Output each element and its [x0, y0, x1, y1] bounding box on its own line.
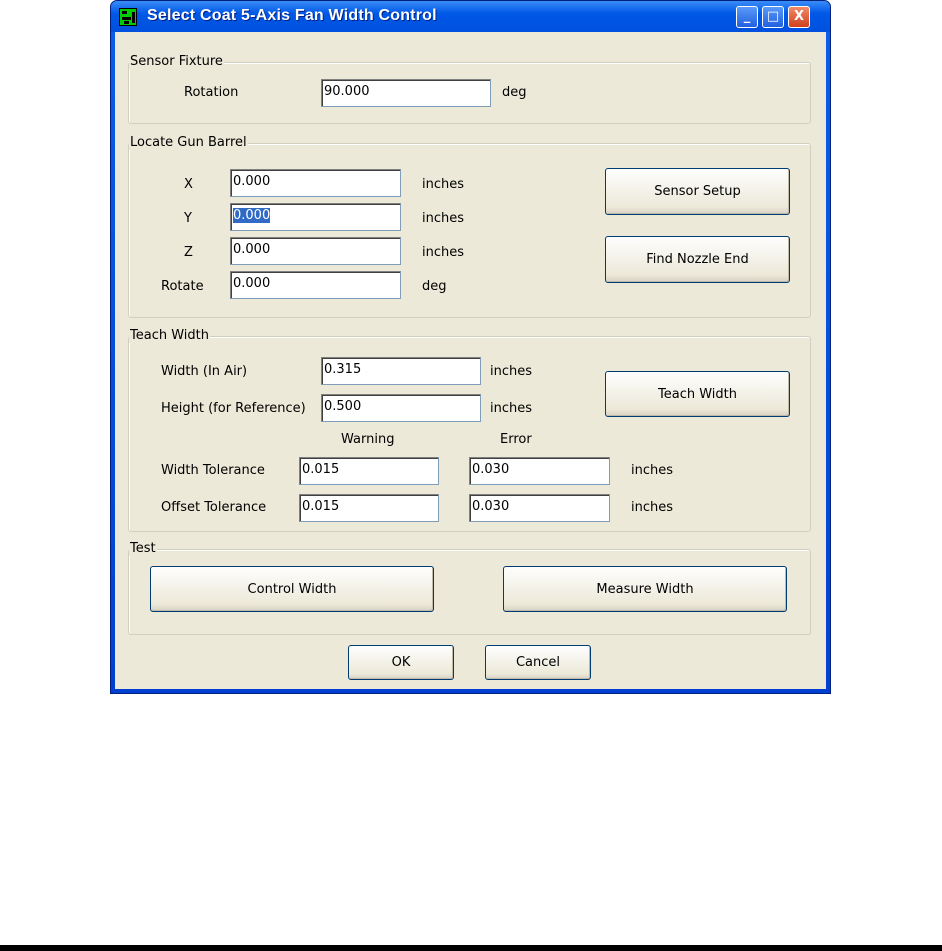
cancel-button[interactable]: Cancel — [485, 645, 591, 680]
group-label: Teach Width — [129, 328, 210, 343]
width-input[interactable]: 0.315 — [321, 357, 481, 385]
z-input[interactable]: 0.000 — [230, 237, 401, 265]
group-label: Test — [129, 541, 157, 556]
maximize-button[interactable]: □ — [762, 6, 784, 28]
width-unit: inches — [490, 364, 533, 379]
offset-tolerance-unit: inches — [631, 500, 674, 515]
x-input[interactable]: 0.000 — [230, 169, 401, 197]
dialog-window: Select Coat 5-Axis Fan Width Control _ □… — [110, 0, 831, 694]
warning-header: Warning — [341, 432, 395, 447]
dialog-client: Sensor Fixture Rotation 90.000 deg Locat… — [115, 32, 826, 689]
group-label: Locate Gun Barrel — [129, 135, 248, 150]
rotate-input[interactable]: 0.000 — [230, 271, 401, 299]
height-label: Height (for Reference) — [161, 401, 306, 416]
sensor-setup-button[interactable]: Sensor Setup — [605, 168, 790, 215]
title-bar[interactable]: Select Coat 5-Axis Fan Width Control _ □… — [111, 1, 830, 32]
find-nozzle-end-button[interactable]: Find Nozzle End — [605, 236, 790, 283]
rotation-unit: deg — [502, 85, 527, 100]
z-label: Z — [184, 245, 193, 260]
rotation-label: Rotation — [184, 85, 239, 100]
width-label: Width (In Air) — [161, 364, 248, 379]
offset-tolerance-label: Offset Tolerance — [161, 500, 267, 515]
ok-button[interactable]: OK — [348, 645, 454, 680]
rotate-label: Rotate — [161, 279, 204, 294]
z-unit: inches — [422, 245, 465, 260]
y-value-selected: 0.000 — [233, 208, 271, 223]
y-unit: inches — [422, 211, 465, 226]
width-tolerance-warning-input[interactable]: 0.015 — [299, 457, 439, 485]
app-icon — [119, 8, 137, 26]
x-unit: inches — [422, 177, 465, 192]
height-input[interactable]: 0.500 — [321, 394, 481, 422]
x-label: X — [184, 177, 193, 192]
bottom-border — [0, 945, 942, 951]
error-header: Error — [500, 432, 532, 447]
width-tolerance-label: Width Tolerance — [161, 463, 265, 478]
teach-width-button[interactable]: Teach Width — [605, 371, 790, 417]
y-input[interactable]: 0.000 — [230, 203, 401, 231]
offset-tolerance-error-input[interactable]: 0.030 — [469, 494, 610, 522]
group-label: Sensor Fixture — [129, 54, 224, 69]
offset-tolerance-warning-input[interactable]: 0.015 — [299, 494, 439, 522]
width-tolerance-error-input[interactable]: 0.030 — [469, 457, 610, 485]
close-button[interactable]: X — [788, 6, 810, 28]
control-width-button[interactable]: Control Width — [150, 566, 434, 612]
minimize-button[interactable]: _ — [736, 6, 758, 28]
rotate-unit: deg — [422, 279, 447, 294]
rotation-input[interactable]: 90.000 — [321, 79, 491, 107]
measure-width-button[interactable]: Measure Width — [503, 566, 787, 612]
window-title: Select Coat 5-Axis Fan Width Control — [147, 7, 437, 24]
height-unit: inches — [490, 401, 533, 416]
y-label: Y — [184, 211, 192, 226]
width-tolerance-unit: inches — [631, 463, 674, 478]
